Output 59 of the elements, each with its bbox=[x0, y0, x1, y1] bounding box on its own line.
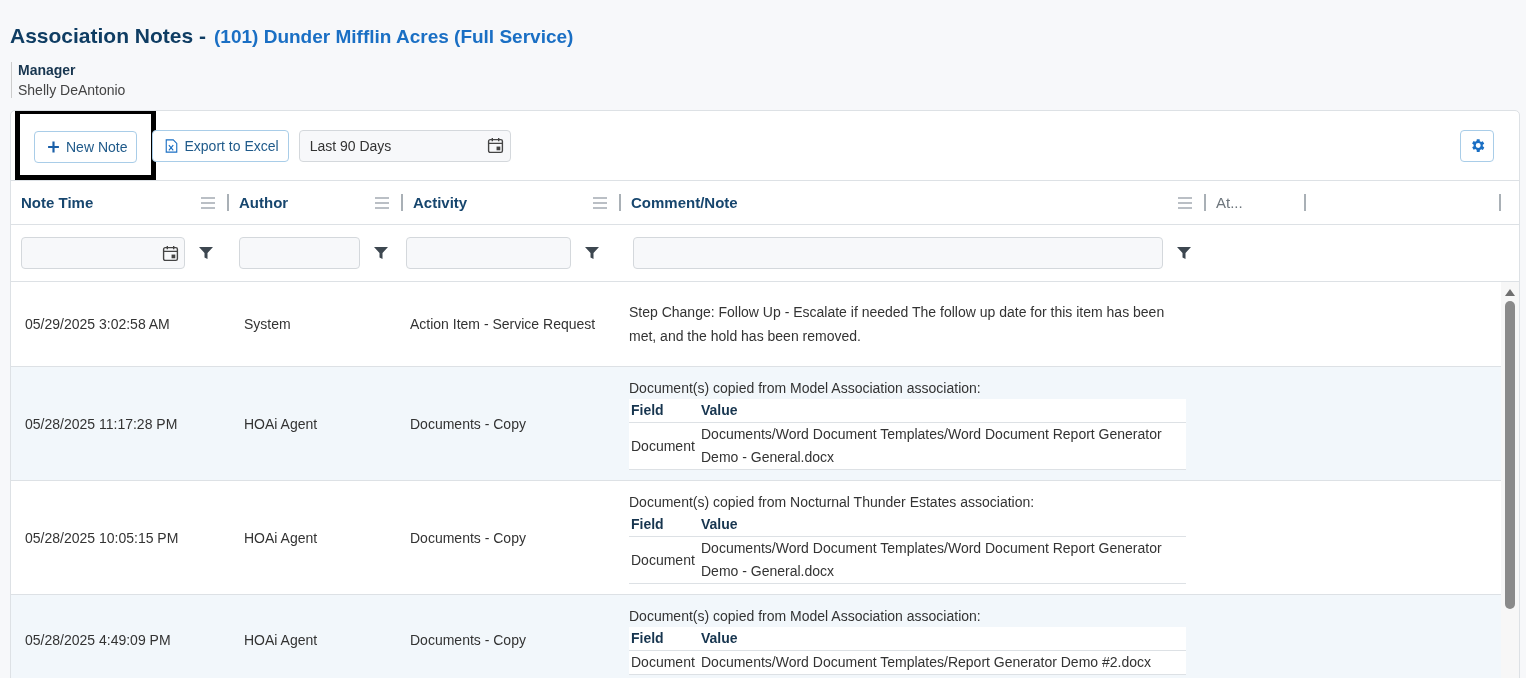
scroll-up-arrow-icon[interactable] bbox=[1505, 288, 1515, 296]
plus-icon bbox=[47, 140, 60, 154]
note-time: 05/29/2025 3:02:58 AM bbox=[25, 316, 170, 332]
note-time: 05/28/2025 10:05:15 PM bbox=[25, 529, 179, 546]
date-range-field[interactable]: Last 90 Days bbox=[298, 129, 511, 162]
table-cell-text: Document bbox=[631, 436, 696, 456]
activity: Action Item - Service Request bbox=[410, 316, 596, 332]
column-menu-icon[interactable] bbox=[593, 196, 607, 209]
author: System bbox=[244, 316, 291, 332]
comment-text: Document(s) copied from Model Association association: bbox=[629, 607, 982, 626]
page-title: Association Notes - bbox=[10, 24, 207, 48]
manager-name: Shelly DeAntonio bbox=[18, 82, 127, 98]
column-menu-icon[interactable] bbox=[1178, 196, 1192, 209]
filter-field[interactable] bbox=[633, 237, 1163, 269]
comment-text: Step Change: Follow Up - Escalate if needed The follow up date for this item has been met, and the hold has been removed. bbox=[629, 303, 1166, 346]
column-header[interactable]: Author bbox=[239, 194, 289, 211]
settings-button[interactable] bbox=[1460, 129, 1494, 162]
note-time: 05/28/2025 4:49:09 PM bbox=[25, 632, 171, 648]
author: HOAi Agent bbox=[244, 529, 318, 546]
column-menu-icon[interactable] bbox=[375, 196, 389, 209]
column-header[interactable]: Activity bbox=[413, 194, 468, 211]
activity: Documents - Copy bbox=[410, 415, 526, 432]
manager-label: Manager bbox=[18, 62, 77, 78]
table-header: Field bbox=[631, 629, 665, 648]
activity: Documents - Copy bbox=[410, 632, 526, 648]
table-cell-text: Document bbox=[631, 550, 696, 570]
comment-text: Document(s) copied from Model Association association: bbox=[629, 379, 982, 398]
column-header[interactable]: At... bbox=[1216, 194, 1243, 211]
table-cell-text: Document bbox=[631, 653, 696, 672]
table-header: Value bbox=[701, 629, 739, 648]
table-header: Field bbox=[631, 515, 665, 534]
filter-icon[interactable] bbox=[585, 246, 599, 260]
calendar-icon[interactable] bbox=[486, 137, 504, 154]
activity: Documents - Copy bbox=[410, 529, 526, 546]
calendar-icon[interactable] bbox=[162, 244, 179, 262]
filter-icon[interactable] bbox=[199, 246, 213, 260]
date-filter-field[interactable] bbox=[21, 237, 185, 269]
table-cell-text: Documents/Word Document Templates/Word Document Report Generator Demo - General.docx bbox=[701, 539, 1163, 581]
column-menu-icon[interactable] bbox=[201, 196, 215, 209]
table-cell-text: Documents/Word Document Templates/Word Document Report Generator Demo - General.docx bbox=[701, 425, 1163, 467]
comment-text: Document(s) copied from Nocturnal Thunder Estates association: bbox=[629, 493, 1036, 512]
table-header: Value bbox=[701, 515, 739, 534]
new-note-button[interactable]: New Note bbox=[34, 131, 138, 163]
filter-field[interactable] bbox=[406, 237, 571, 269]
export-excel-button[interactable]: Export to Excel bbox=[152, 129, 289, 162]
note-time: 05/28/2025 11:17:28 PM bbox=[25, 415, 178, 432]
filter-icon[interactable] bbox=[374, 246, 388, 260]
table-header: Value bbox=[701, 401, 739, 420]
column-header[interactable]: Note Time bbox=[21, 194, 94, 211]
excel-file-icon bbox=[165, 138, 179, 153]
table-cell-text: Documents/Word Document Templates/Report Generator Demo #2.docx bbox=[701, 653, 1153, 672]
filter-field[interactable] bbox=[239, 237, 360, 269]
author: HOAi Agent bbox=[244, 415, 318, 432]
association-link[interactable]: (101) Dunder Mifflin Acres (Full Service) bbox=[214, 26, 574, 48]
scrollbar[interactable] bbox=[1501, 282, 1519, 678]
column-header[interactable]: Comment/Note bbox=[631, 194, 738, 211]
filter-icon[interactable] bbox=[1177, 246, 1191, 260]
table-header: Field bbox=[631, 401, 665, 420]
author: HOAi Agent bbox=[244, 632, 318, 648]
